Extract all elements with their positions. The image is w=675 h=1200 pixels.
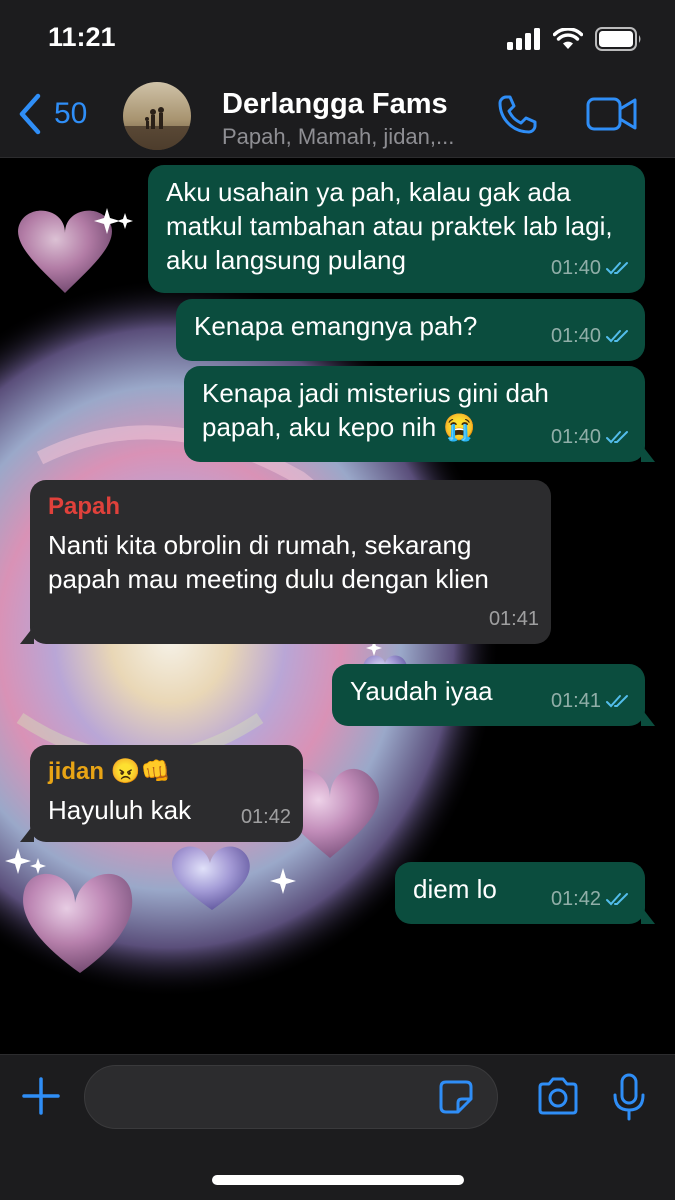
message-time: 01:41 (550, 690, 601, 712)
chevron-left-icon (19, 93, 41, 135)
message-meta: 01:42 (551, 882, 633, 916)
chat-title[interactable]: Derlangga Fams (222, 88, 448, 121)
status-bar: 11:21 (0, 0, 675, 78)
sender-name[interactable]: Papah (48, 490, 533, 524)
signal-icon (507, 28, 540, 50)
unread-count: 50 (54, 97, 88, 130)
message-outgoing[interactable]: diem lo 01:42 (395, 862, 655, 924)
wifi-icon (553, 28, 583, 49)
message-meta: 01:40 (551, 319, 633, 353)
message-meta: 01:40 (551, 251, 633, 285)
chat-header: 50 Derlangga Fams Papah, Mamah, jidan,..… (0, 78, 675, 158)
sticker-icon[interactable] (438, 1079, 474, 1115)
message-outgoing[interactable]: Kenapa emangnya pah? 01:40 (176, 299, 645, 361)
read-ticks-icon (606, 330, 628, 343)
message-outgoing[interactable]: Aku usahain ya pah, kalau gak ada matkul… (148, 165, 645, 293)
message-meta: 01:41 (489, 602, 539, 636)
read-ticks-icon (606, 262, 628, 275)
message-incoming[interactable]: jidan 😠👊 Hayuluh kak 01:42 (20, 745, 303, 842)
composer-bar (0, 1054, 675, 1200)
phone-icon[interactable] (496, 94, 538, 136)
chat-members[interactable]: Papah, Mamah, jidan,... (222, 124, 454, 150)
bubble-tail (641, 906, 655, 924)
message-meta: 01:41 (551, 684, 633, 718)
message-outgoing[interactable]: Yaudah iyaa 01:41 (332, 664, 655, 726)
message-time: 01:41 (488, 608, 539, 630)
back-button[interactable]: 50 (16, 92, 87, 136)
bubble-tail (641, 444, 655, 462)
bubble-tail (641, 708, 655, 726)
message-meta: 01:42 (241, 800, 291, 834)
bubble-tail (20, 824, 34, 842)
plus-icon[interactable] (20, 1075, 62, 1117)
message-time: 01:40 (550, 426, 601, 448)
read-ticks-icon (606, 695, 628, 708)
group-avatar[interactable] (123, 82, 191, 150)
message-incoming[interactable]: Papah Nanti kita obrolin di rumah, sekar… (20, 480, 551, 644)
message-text: Nanti kita obrolin di rumah, sekarang pa… (48, 530, 489, 594)
video-camera-icon[interactable] (586, 96, 638, 132)
microphone-icon[interactable] (612, 1073, 646, 1123)
home-indicator[interactable] (212, 1175, 464, 1185)
status-icons (507, 27, 643, 51)
chat-area[interactable]: Aku usahain ya pah, kalau gak ada matkul… (0, 158, 675, 1054)
message-time: 01:42 (550, 888, 601, 910)
sender-name[interactable]: jidan 😠👊 (48, 755, 285, 789)
message-meta: 01:40 (551, 420, 633, 454)
message-outgoing[interactable]: Kenapa jadi misterius gini dah papah, ak… (184, 366, 655, 462)
status-time: 11:21 (48, 22, 116, 52)
message-time: 01:40 (550, 325, 601, 347)
read-ticks-icon (606, 431, 628, 444)
message-input[interactable] (84, 1065, 498, 1129)
read-ticks-icon (606, 893, 628, 906)
battery-icon (595, 27, 641, 51)
message-time: 01:40 (550, 257, 601, 279)
camera-icon[interactable] (536, 1077, 580, 1115)
bubble-tail (20, 626, 34, 644)
message-time: 01:42 (240, 806, 291, 828)
